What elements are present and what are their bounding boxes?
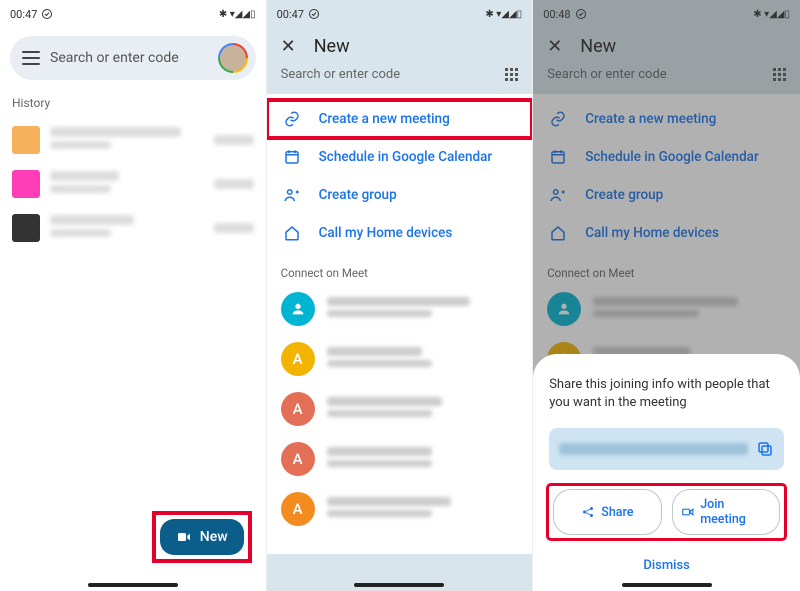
meeting-link-text <box>559 443 748 455</box>
contact-row[interactable]: A <box>267 484 533 534</box>
status-bar: 00:47 ✱ ▾◢◢▯ <box>267 0 533 26</box>
status-time: 00:47 <box>10 8 53 21</box>
status-icons: ✱ ▾◢◢▯ <box>485 9 522 20</box>
contact-tile-icon <box>12 214 40 242</box>
contact-row[interactable] <box>267 284 533 334</box>
contact-avatar: A <box>281 442 315 476</box>
status-bar: 00:47 ✱ ▾◢◢▯ <box>0 0 266 26</box>
contact-avatar: A <box>281 342 315 376</box>
page-title: New <box>314 36 350 57</box>
dialpad-icon[interactable] <box>505 68 518 81</box>
contact-tile-icon <box>12 126 40 154</box>
time-text: 00:47 <box>10 8 37 21</box>
check-circle-icon <box>308 8 320 20</box>
time-text: 00:47 <box>277 8 304 21</box>
option-schedule-calendar[interactable]: Schedule in Google Calendar <box>267 138 533 176</box>
highlight-box: Share Join meeting <box>549 486 784 538</box>
status-icons: ✱ ▾◢◢▯ <box>219 9 256 20</box>
option-create-meeting[interactable]: Create a new meeting <box>267 100 533 138</box>
video-icon <box>681 505 695 519</box>
connect-label: Connect on Meet <box>281 266 519 280</box>
history-row[interactable] <box>0 118 266 162</box>
link-icon <box>283 110 303 128</box>
nav-bar-handle[interactable] <box>354 583 444 587</box>
copy-icon[interactable] <box>756 440 774 458</box>
status-time: 00:47 <box>277 8 320 21</box>
bottom-sheet: Share this joining info with people that… <box>533 354 800 591</box>
option-label: Create group <box>319 187 397 203</box>
dismiss-button[interactable]: Dismiss <box>549 552 784 577</box>
person-icon <box>290 301 306 317</box>
option-create-group[interactable]: Create group <box>267 176 533 214</box>
nav-bar-handle[interactable] <box>622 583 712 587</box>
highlight-box: New <box>152 511 252 563</box>
contact-avatar: A <box>281 392 315 426</box>
account-avatar[interactable] <box>218 43 248 73</box>
contact-avatar <box>281 292 315 326</box>
close-icon[interactable]: ✕ <box>281 36 296 57</box>
join-label: Join meeting <box>700 497 771 527</box>
fab-label: New <box>200 529 228 545</box>
option-label: Call my Home devices <box>319 225 453 241</box>
group-add-icon <box>283 186 303 204</box>
option-label: Schedule in Google Calendar <box>319 149 493 165</box>
contact-tile-icon <box>12 170 40 198</box>
join-meeting-button[interactable]: Join meeting <box>672 489 780 535</box>
search-row[interactable]: Search or enter code <box>267 67 533 94</box>
screen-home: 00:47 ✱ ▾◢◢▯ Search or enter code Histor… <box>0 0 267 591</box>
share-icon <box>581 505 595 519</box>
nav-bar-handle[interactable] <box>88 583 178 587</box>
avatar-letter: A <box>293 350 303 368</box>
contact-row[interactable]: A <box>267 384 533 434</box>
new-meeting-fab[interactable]: New <box>160 519 244 555</box>
screen-share-sheet: 00:48 ✱ ▾◢◢▯ ✕ New Search or enter code … <box>533 0 800 591</box>
search-placeholder: Search or enter code <box>281 67 401 82</box>
screen-new-menu: 00:47 ✱ ▾◢◢▯ ✕ New Search or enter code … <box>267 0 534 591</box>
share-button[interactable]: Share <box>553 489 661 535</box>
video-icon <box>176 529 192 545</box>
history-label: History <box>12 96 254 110</box>
calendar-icon <box>283 148 303 166</box>
contact-row[interactable]: A <box>267 334 533 384</box>
check-circle-icon <box>41 8 53 20</box>
search-placeholder: Search or enter code <box>50 50 208 66</box>
meeting-link-box[interactable] <box>549 428 784 470</box>
sheet-message: Share this joining info with people that… <box>549 376 784 412</box>
search-bar[interactable]: Search or enter code <box>10 36 256 80</box>
avatar-letter: A <box>293 400 303 418</box>
contact-row[interactable]: A <box>267 434 533 484</box>
history-row[interactable] <box>0 162 266 206</box>
home-icon <box>283 224 303 242</box>
title-bar: ✕ New <box>267 26 533 67</box>
contact-avatar: A <box>281 492 315 526</box>
option-label: Create a new meeting <box>319 111 450 127</box>
history-row[interactable] <box>0 206 266 250</box>
menu-icon[interactable] <box>22 51 40 65</box>
avatar-letter: A <box>293 500 303 518</box>
avatar-letter: A <box>293 450 303 468</box>
option-call-home[interactable]: Call my Home devices <box>267 214 533 252</box>
share-label: Share <box>601 505 633 520</box>
